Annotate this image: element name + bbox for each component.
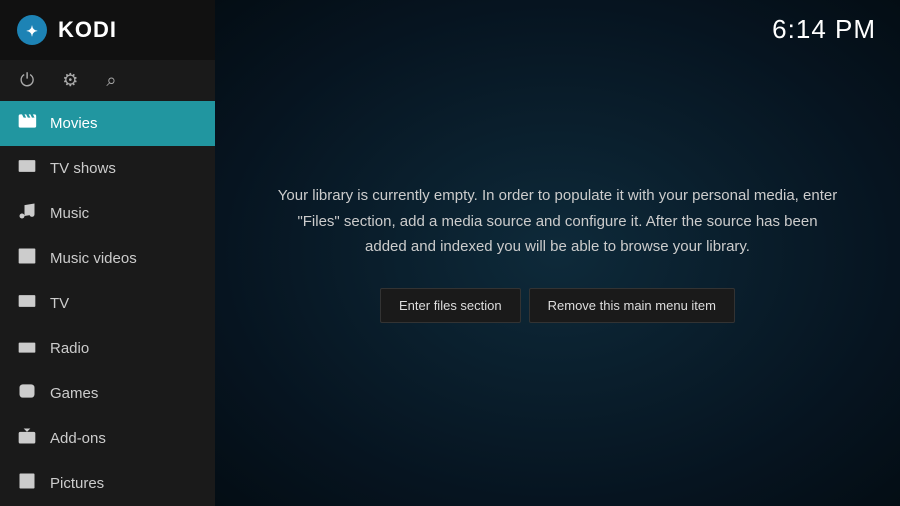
sidebar-item-games[interactable]: Games	[0, 371, 215, 416]
sidebar-item-add-ons[interactable]: Add-ons	[0, 416, 215, 461]
app-container: ✦ KODI ⏻ ⚙ ⌕ Movies TV show	[0, 0, 900, 506]
sidebar: ✦ KODI ⏻ ⚙ ⌕ Movies TV show	[0, 0, 215, 506]
music-videos-icon	[16, 246, 38, 271]
games-label: Games	[50, 385, 98, 402]
remove-menu-item-button[interactable]: Remove this main menu item	[529, 288, 735, 323]
movies-icon	[16, 111, 38, 136]
sidebar-item-movies[interactable]: Movies	[0, 101, 215, 146]
sidebar-item-radio[interactable]: Radio	[0, 326, 215, 371]
kodi-logo-icon: ✦	[16, 14, 48, 46]
settings-icon[interactable]: ⚙	[62, 70, 78, 91]
pictures-icon	[16, 471, 38, 496]
games-icon	[16, 381, 38, 406]
sidebar-header: ✦ KODI	[0, 0, 215, 60]
add-ons-label: Add-ons	[50, 430, 106, 447]
message-area: Your library is currently empty. In orde…	[215, 0, 900, 506]
search-icon[interactable]: ⌕	[106, 70, 116, 91]
sidebar-nav: Movies TV shows Music M	[0, 101, 215, 506]
main-content: 6:14 PM Your library is currently empty.…	[215, 0, 900, 506]
sidebar-item-tv[interactable]: TV	[0, 281, 215, 326]
add-ons-icon	[16, 426, 38, 451]
sidebar-item-tv-shows[interactable]: TV shows	[0, 146, 215, 191]
music-videos-label: Music videos	[50, 250, 137, 267]
movies-label: Movies	[50, 115, 98, 132]
sidebar-toolbar: ⏻ ⚙ ⌕	[0, 60, 215, 101]
tv-shows-icon	[16, 156, 38, 181]
svg-text:✦: ✦	[26, 23, 38, 39]
library-empty-message: Your library is currently empty. In orde…	[275, 183, 840, 260]
app-title: KODI	[58, 17, 117, 43]
radio-icon	[16, 336, 38, 361]
power-icon[interactable]: ⏻	[20, 70, 34, 91]
music-icon	[16, 201, 38, 226]
tv-icon	[16, 291, 38, 316]
music-label: Music	[50, 205, 89, 222]
sidebar-item-pictures[interactable]: Pictures	[0, 461, 215, 506]
enter-files-section-button[interactable]: Enter files section	[380, 288, 521, 323]
radio-label: Radio	[50, 340, 89, 357]
tv-shows-label: TV shows	[50, 160, 116, 177]
sidebar-item-music-videos[interactable]: Music videos	[0, 236, 215, 281]
pictures-label: Pictures	[50, 475, 104, 492]
tv-label: TV	[50, 295, 69, 312]
time-display: 6:14 PM	[772, 14, 876, 45]
action-buttons: Enter files section Remove this main men…	[380, 288, 735, 323]
sidebar-item-music[interactable]: Music	[0, 191, 215, 236]
